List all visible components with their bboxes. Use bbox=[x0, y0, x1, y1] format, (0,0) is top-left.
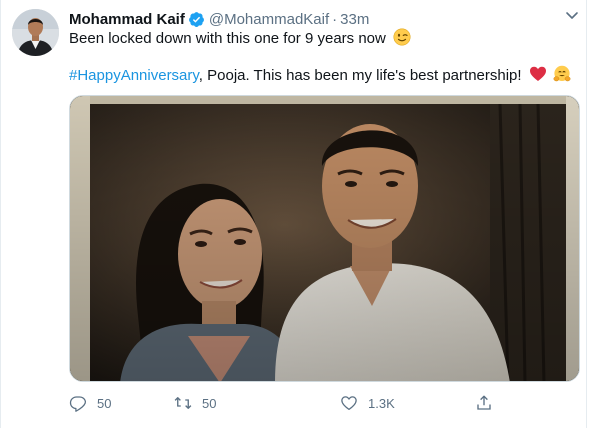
tweet-text: , Pooja. This has been my life's best pa… bbox=[198, 67, 522, 84]
reply-button[interactable]: 50 bbox=[69, 393, 111, 413]
retweet-icon bbox=[174, 394, 192, 412]
header-separator: · bbox=[332, 10, 338, 28]
retweet-count: 50 bbox=[202, 395, 217, 411]
tweet-header: Mohammad Kaif @MohammadKaif · 33m bbox=[69, 9, 369, 29]
author-name[interactable]: Mohammad Kaif bbox=[69, 11, 185, 28]
tweet-photo[interactable] bbox=[69, 95, 580, 382]
avatar[interactable] bbox=[12, 9, 59, 56]
avatar-image bbox=[12, 9, 59, 56]
tweet-text-line-2: #HappyAnniversary, Pooja. This has been … bbox=[69, 65, 571, 89]
tweet-timestamp[interactable]: 33m bbox=[340, 11, 369, 28]
hashtag-link[interactable]: #HappyAnniversary bbox=[69, 67, 199, 84]
verified-badge-icon bbox=[188, 11, 205, 28]
reply-icon bbox=[69, 394, 87, 412]
reply-count: 50 bbox=[97, 395, 112, 411]
couple-photo-image bbox=[70, 96, 579, 381]
tweet-text-line-1: Been locked down with this one for 9 yea… bbox=[69, 28, 411, 52]
chevron-down-icon[interactable] bbox=[563, 9, 581, 23]
red-heart-emoji bbox=[529, 65, 547, 89]
like-count: 1.3K bbox=[368, 395, 395, 411]
like-button[interactable]: 1.3K bbox=[340, 393, 395, 413]
share-button[interactable] bbox=[475, 393, 493, 413]
tweet[interactable]: Mohammad Kaif @MohammadKaif · 33m Been l… bbox=[0, 0, 595, 428]
share-icon bbox=[475, 394, 493, 412]
tweet-text: Been locked down with this one for 9 yea… bbox=[69, 30, 386, 47]
hugging-face-emoji bbox=[553, 65, 571, 89]
retweet-button[interactable]: 50 bbox=[174, 393, 216, 413]
winking-face-emoji bbox=[393, 28, 411, 52]
heart-icon bbox=[340, 394, 358, 412]
tweet-actions: 50 50 1.3K bbox=[69, 393, 509, 413]
timeline-border-left bbox=[0, 0, 1, 428]
author-handle[interactable]: @MohammadKaif bbox=[209, 11, 329, 28]
timeline-border-right bbox=[586, 0, 587, 428]
